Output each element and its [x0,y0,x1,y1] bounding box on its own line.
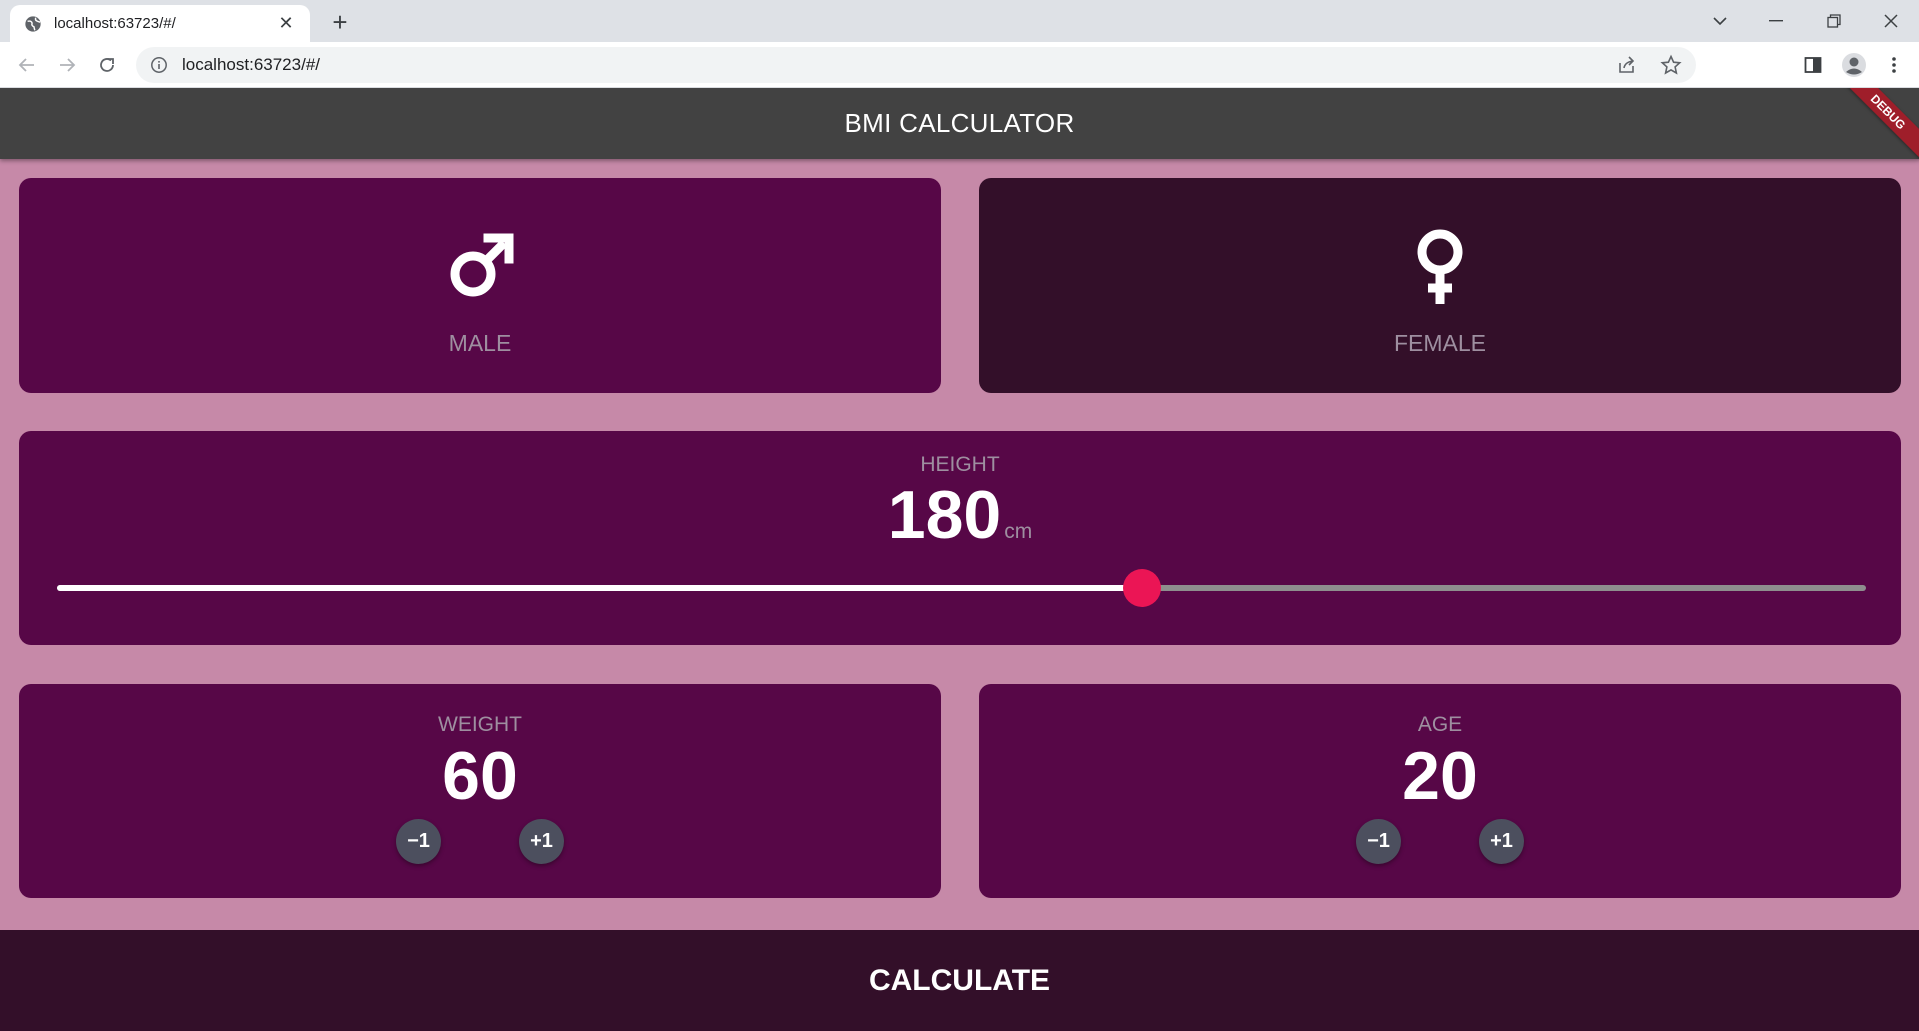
male-icon [450,233,514,297]
info-icon[interactable] [150,56,168,74]
age-decrement-button[interactable]: −1 [1356,819,1401,864]
url-text[interactable]: localhost:63723/#/ [182,55,1616,75]
age-card: AGE 20 −1 +1 [979,684,1901,898]
age-label: AGE [1417,713,1463,736]
height-label: HEIGHT [920,453,1000,476]
height-readout: 180 cm [19,481,1901,549]
forward-icon[interactable] [52,50,82,80]
close-icon[interactable]: ✕ [276,13,296,34]
height-card: HEIGHT 180 cm [19,431,1901,645]
weight-value: 60 [442,738,518,814]
male-label: MALE [448,330,512,356]
weight-increment-button[interactable]: +1 [519,819,564,864]
share-icon[interactable] [1616,54,1638,76]
new-tab-button[interactable]: + [324,6,356,38]
back-icon[interactable] [12,50,42,80]
profile-avatar-icon[interactable] [1841,52,1867,78]
tab-title: localhost:63723/#/ [54,15,176,32]
female-card[interactable]: FEMALE [979,178,1901,393]
browser-tab[interactable]: localhost:63723/#/ ✕ [10,5,310,42]
calculate-label: CALCULATE [868,963,1051,997]
female-icon [1417,229,1463,304]
app-title: BMI CALCULATOR [844,108,1075,138]
female-label: FEMALE [1393,330,1487,356]
globe-icon [25,15,41,32]
menu-kebab-icon[interactable] [1881,52,1907,78]
close-window-icon[interactable] [1863,0,1919,42]
age-value: 20 [1402,738,1478,814]
debug-banner: DEBUG [1834,88,1919,166]
slider-active-track [57,585,1143,591]
bmi-app: BMI CALCULATOR DEBUG MALE FEMALE HEIGHT … [0,88,1919,1031]
reload-icon[interactable] [92,50,122,80]
address-bar[interactable]: localhost:63723/#/ [136,47,1696,83]
height-unit: cm [1004,520,1033,543]
tab-search-icon[interactable] [1692,0,1748,42]
weight-card: WEIGHT 60 −1 +1 [19,684,941,898]
weight-decrement-button[interactable]: −1 [396,819,441,864]
app-bar: BMI CALCULATOR DEBUG [0,88,1919,166]
bookmark-star-icon[interactable] [1660,54,1682,76]
minimize-icon[interactable] [1748,0,1804,42]
browser-toolbar: localhost:63723/#/ [0,42,1919,88]
side-panel-icon[interactable] [1800,52,1826,78]
age-increment-button[interactable]: +1 [1479,819,1524,864]
weight-label: WEIGHT [438,713,522,736]
calculate-button[interactable]: CALCULATE [0,930,1919,1031]
height-value: 180 [887,477,1002,553]
slider-thumb[interactable] [1123,569,1162,607]
browser-tabstrip: localhost:63723/#/ ✕ + [0,0,1919,42]
height-slider[interactable] [57,569,1866,607]
restore-icon[interactable] [1806,0,1862,42]
male-card[interactable]: MALE [19,178,941,393]
